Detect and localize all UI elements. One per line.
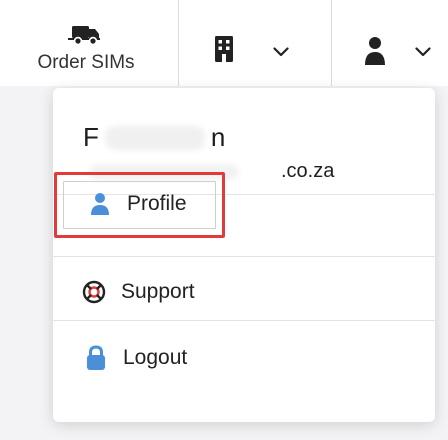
top-navigation-bar: Order SIMs	[0, 0, 448, 86]
order-sims-label: Order SIMs	[37, 52, 135, 73]
menu-item-logout[interactable]: Logout	[83, 334, 187, 382]
divider	[331, 0, 332, 86]
focus-ring	[63, 181, 216, 229]
divider	[53, 320, 435, 321]
email-suffix: .co.za	[281, 160, 335, 182]
chevron-down-icon[interactable]	[273, 44, 289, 62]
redacted-text	[104, 126, 205, 150]
user-name-start: F	[83, 122, 99, 152]
menu-item-label: Support	[121, 280, 195, 303]
lifebuoy-icon	[81, 279, 107, 305]
building-icon[interactable]	[214, 36, 234, 67]
user-name: F n	[83, 122, 225, 153]
menu-item-label: Logout	[123, 346, 188, 369]
user-icon[interactable]	[364, 36, 386, 71]
profile-highlight-box	[54, 172, 225, 238]
divider	[53, 256, 435, 257]
order-sims-button[interactable]: Order SIMs	[0, 0, 170, 86]
account-dropdown-menu: F n .co.za Profile Support Logout	[53, 88, 435, 422]
user-name-end: n	[210, 122, 226, 152]
menu-item-support[interactable]: Support	[81, 268, 195, 316]
divider	[178, 0, 179, 86]
chevron-down-icon[interactable]	[415, 44, 431, 62]
lock-icon	[83, 345, 109, 371]
truck-icon	[68, 24, 104, 51]
